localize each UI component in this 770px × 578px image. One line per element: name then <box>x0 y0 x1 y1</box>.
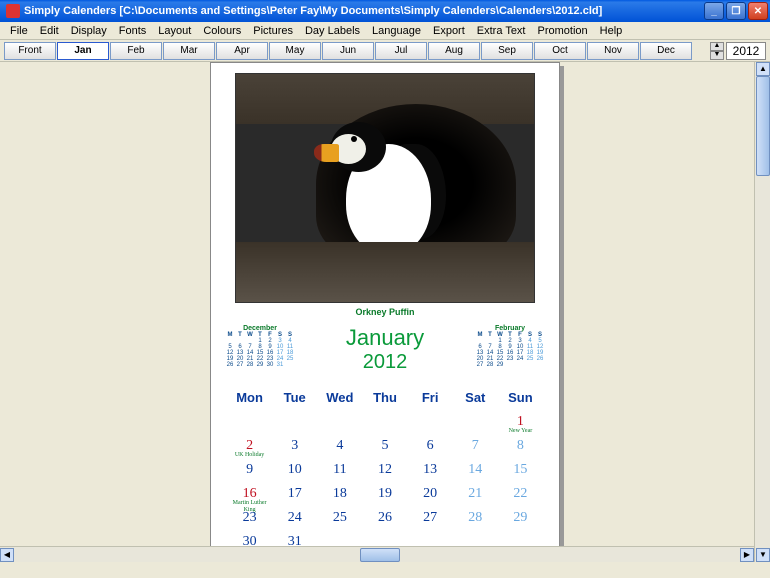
day-header-sun: Sun <box>498 386 543 410</box>
day-cell[interactable]: 19 <box>362 482 407 506</box>
titlebar: Simply Calenders [C:\Documents and Setti… <box>0 0 770 22</box>
day-cell[interactable]: 25 <box>317 506 362 530</box>
main-month: January <box>346 325 424 351</box>
day-cell[interactable]: 14 <box>453 458 498 482</box>
menu-help[interactable]: Help <box>594 23 629 39</box>
scroll-down-button[interactable]: ▼ <box>756 548 770 562</box>
calendar-page: Orkney Puffin DecemberMTWTFSS12345678910… <box>210 62 560 556</box>
menu-promotion[interactable]: Promotion <box>532 23 594 39</box>
scroll-right-button[interactable]: ▶ <box>740 548 754 562</box>
day-cell[interactable]: 23 <box>227 506 272 530</box>
month-photo[interactable] <box>235 73 535 303</box>
main-year: 2012 <box>346 351 424 374</box>
day-cell[interactable]: 15 <box>498 458 543 482</box>
app-icon <box>6 4 20 18</box>
day-cell[interactable]: 16Martin Luther King <box>227 482 272 506</box>
hscroll-thumb[interactable] <box>360 548 400 562</box>
tab-feb[interactable]: Feb <box>110 42 162 60</box>
day-cell[interactable]: 9 <box>227 458 272 482</box>
scroll-left-button[interactable]: ◀ <box>0 548 14 562</box>
mini-calendar-next: FebruaryMTWTFSS1234567891011121314151617… <box>475 325 545 368</box>
day-cell[interactable] <box>453 410 498 434</box>
day-cell[interactable]: 7 <box>453 434 498 458</box>
maximize-button[interactable]: ❐ <box>726 2 746 20</box>
mini-calendar-prev: DecemberMTWTFSS1234567891011121314151617… <box>225 325 295 368</box>
year-up-button[interactable]: ▲ <box>710 42 724 51</box>
year-spinner[interactable]: ▲ ▼ <box>710 42 724 60</box>
menu-display[interactable]: Display <box>65 23 113 39</box>
menu-language[interactable]: Language <box>366 23 427 39</box>
menu-file[interactable]: File <box>4 23 34 39</box>
workspace: Orkney Puffin DecemberMTWTFSS12345678910… <box>0 62 770 562</box>
photo-caption: Orkney Puffin <box>221 307 549 317</box>
tab-oct[interactable]: Oct <box>534 42 586 60</box>
menu-export[interactable]: Export <box>427 23 471 39</box>
day-cell[interactable]: 17 <box>272 482 317 506</box>
day-cell[interactable]: 28 <box>453 506 498 530</box>
day-cell[interactable]: 27 <box>408 506 453 530</box>
year-input[interactable]: 2012 <box>726 42 766 60</box>
tab-aug[interactable]: Aug <box>428 42 480 60</box>
menu-day-labels[interactable]: Day Labels <box>299 23 366 39</box>
day-cell[interactable]: 8 <box>498 434 543 458</box>
vertical-scrollbar[interactable]: ▲ ▼ <box>754 62 770 562</box>
day-cell[interactable]: 1New Year <box>498 410 543 434</box>
tab-jan[interactable]: Jan <box>57 42 109 60</box>
day-cell[interactable]: 6 <box>408 434 453 458</box>
tab-dec[interactable]: Dec <box>640 42 692 60</box>
day-cell[interactable] <box>227 410 272 434</box>
day-cell[interactable]: 4 <box>317 434 362 458</box>
day-cell[interactable]: 24 <box>272 506 317 530</box>
scroll-up-button[interactable]: ▲ <box>756 62 770 76</box>
day-cell[interactable]: 29 <box>498 506 543 530</box>
year-down-button[interactable]: ▼ <box>710 51 724 60</box>
day-cell[interactable]: 22 <box>498 482 543 506</box>
horizontal-scrollbar[interactable]: ◀ ▶ <box>0 546 754 562</box>
day-cell[interactable] <box>317 410 362 434</box>
menu-extra-text[interactable]: Extra Text <box>471 23 532 39</box>
day-header-thu: Thu <box>362 386 407 410</box>
menu-fonts[interactable]: Fonts <box>113 23 153 39</box>
day-cell[interactable] <box>272 410 317 434</box>
day-cell[interactable]: 20 <box>408 482 453 506</box>
day-cell[interactable]: 3 <box>272 434 317 458</box>
day-cell[interactable]: 18 <box>317 482 362 506</box>
day-header-sat: Sat <box>453 386 498 410</box>
menu-colours[interactable]: Colours <box>197 23 247 39</box>
day-cell[interactable]: 10 <box>272 458 317 482</box>
tab-apr[interactable]: Apr <box>216 42 268 60</box>
day-cell[interactable] <box>362 410 407 434</box>
vscroll-thumb[interactable] <box>756 76 770 176</box>
day-cell[interactable]: 11 <box>317 458 362 482</box>
tab-front[interactable]: Front <box>4 42 56 60</box>
menu-edit[interactable]: Edit <box>34 23 65 39</box>
tab-mar[interactable]: Mar <box>163 42 215 60</box>
day-header-fri: Fri <box>408 386 453 410</box>
day-cell[interactable]: 21 <box>453 482 498 506</box>
title-text: Simply Calenders [C:\Documents and Setti… <box>24 5 704 17</box>
tab-nov[interactable]: Nov <box>587 42 639 60</box>
tab-jun[interactable]: Jun <box>322 42 374 60</box>
close-button[interactable]: ✕ <box>748 2 768 20</box>
day-cell[interactable]: 26 <box>362 506 407 530</box>
day-header-mon: Mon <box>227 386 272 410</box>
minimize-button[interactable]: _ <box>704 2 724 20</box>
main-title: January 2012 <box>346 325 424 374</box>
tabbar: FrontJanFebMarAprMayJunJulAugSepOctNovDe… <box>0 40 770 62</box>
day-cell[interactable] <box>408 410 453 434</box>
menubar: FileEditDisplayFontsLayoutColoursPicture… <box>0 22 770 40</box>
day-cell[interactable]: 5 <box>362 434 407 458</box>
calendar-grid: MonTueWedThuFriSatSun 1New Year 2UK Holid… <box>221 386 549 554</box>
day-cell[interactable]: 12 <box>362 458 407 482</box>
tab-jul[interactable]: Jul <box>375 42 427 60</box>
menu-pictures[interactable]: Pictures <box>247 23 299 39</box>
day-cell[interactable]: 13 <box>408 458 453 482</box>
tab-sep[interactable]: Sep <box>481 42 533 60</box>
day-cell[interactable]: 2UK Holiday <box>227 434 272 458</box>
menu-layout[interactable]: Layout <box>152 23 197 39</box>
tab-may[interactable]: May <box>269 42 321 60</box>
day-header-wed: Wed <box>317 386 362 410</box>
day-header-tue: Tue <box>272 386 317 410</box>
